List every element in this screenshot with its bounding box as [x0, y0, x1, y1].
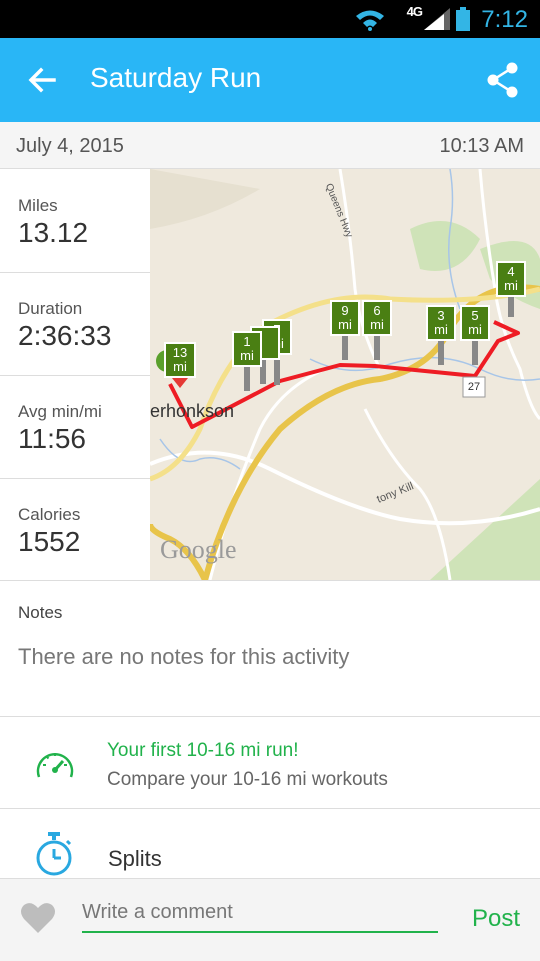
divider	[0, 808, 540, 809]
post-button[interactable]: Post	[472, 905, 520, 933]
stat-label: Duration	[18, 299, 83, 318]
pin-icon	[172, 378, 188, 388]
marker-post	[438, 341, 444, 365]
heart-icon[interactable]	[20, 901, 56, 935]
stat-duration: Duration 2:36:33	[0, 272, 150, 376]
stopwatch-icon	[36, 832, 72, 876]
back-arrow-icon[interactable]	[26, 64, 58, 96]
stat-value: 2:36:33	[18, 320, 112, 351]
marker-unit: mi	[338, 317, 352, 332]
stat-avg-pace: Avg min/mi 11:56	[0, 375, 150, 479]
marker-post	[374, 336, 380, 360]
marker-unit: mi	[468, 322, 482, 337]
marker-sign: 3 mi	[426, 305, 456, 341]
network-type-label: 4G	[406, 4, 423, 19]
marker-num: 1	[243, 334, 251, 349]
wifi-icon	[356, 10, 384, 31]
marker-sign: 6 mi	[362, 300, 392, 336]
marker-num: 9	[341, 303, 349, 318]
marker-post	[508, 297, 514, 317]
route-shield-label: 27	[467, 381, 481, 393]
stat-calories: Calories 1552	[0, 478, 150, 581]
achievement-title: Your first 10-16 mi run!	[107, 740, 299, 761]
stat-value: 11:56	[18, 423, 86, 454]
marker-num: 5	[471, 308, 479, 323]
marker-unit: mi	[370, 317, 384, 332]
marker-unit: mi	[504, 278, 518, 293]
town-label: erhonkson	[150, 401, 235, 421]
notes-heading: Notes	[18, 603, 63, 622]
marker-post	[244, 367, 250, 391]
mile-marker-6[interactable]: 6 mi	[362, 300, 392, 360]
mile-marker-9[interactable]: 9 mi	[330, 300, 360, 360]
marker-num: 4	[507, 264, 515, 279]
share-icon[interactable]	[486, 62, 520, 98]
stat-value: 13.12	[18, 217, 89, 248]
activity-date: July 4, 2015	[16, 135, 124, 157]
google-watermark: Google	[160, 535, 237, 564]
app-bar: Saturday Run	[0, 38, 540, 122]
route-map[interactable]: 27 Queens Hwy tony Kill erhonkson Google…	[150, 169, 540, 580]
comment-bar: Post	[0, 878, 540, 961]
stat-label: Calories	[18, 505, 81, 524]
comment-input[interactable]	[82, 893, 438, 933]
marker-unit: mi	[173, 359, 187, 374]
mile-marker-1[interactable]: 1 mi	[232, 331, 262, 391]
marker-num: 13	[172, 345, 188, 360]
marker-num: 6	[373, 303, 381, 318]
activity-date-row: July 4, 2015 10:13 AM	[0, 122, 540, 169]
mile-marker-3[interactable]: 3 mi	[426, 305, 456, 365]
signal-icon	[424, 8, 450, 30]
marker-sign: 4 mi	[496, 261, 526, 297]
stat-label: Avg min/mi	[18, 402, 102, 421]
marker-unit: mi	[240, 348, 254, 363]
marker-unit: mi	[434, 322, 448, 337]
activity-time: 10:13 AM	[439, 135, 524, 157]
marker-sign: 1 mi	[232, 331, 262, 367]
divider	[0, 716, 540, 717]
stat-label: Miles	[18, 196, 58, 215]
page-title: Saturday Run	[90, 62, 262, 93]
road	[150, 450, 540, 526]
achievement-subtitle: Compare your 10-16 mi workouts	[107, 769, 388, 790]
mile-marker-4[interactable]: 4 mi	[496, 261, 526, 317]
splits-label: Splits	[108, 846, 162, 871]
marker-post	[342, 336, 348, 360]
status-time: 7:12	[481, 6, 528, 33]
park-area	[410, 221, 480, 271]
divider	[0, 580, 540, 581]
stat-value: 1552	[18, 526, 81, 557]
status-bar: 4G 7:12	[0, 0, 540, 38]
stat-miles: Miles 13.12	[0, 169, 150, 273]
speedometer-icon	[36, 753, 74, 778]
marker-sign: 9 mi	[330, 300, 360, 336]
marker-sign: 5 mi	[460, 305, 490, 341]
stats-panel: Miles 13.12 Duration 2:36:33 Avg min/mi …	[0, 169, 150, 580]
terrain-area	[150, 169, 260, 229]
marker-num: 3	[437, 308, 445, 323]
mile-marker-5[interactable]: 5 mi	[460, 305, 490, 365]
mile-marker-13[interactable]: 13 mi	[164, 342, 196, 388]
marker-post	[472, 341, 478, 365]
notes-text: There are no notes for this activity	[18, 644, 350, 669]
battery-icon	[456, 7, 470, 31]
marker-sign: 13 mi	[164, 342, 196, 378]
